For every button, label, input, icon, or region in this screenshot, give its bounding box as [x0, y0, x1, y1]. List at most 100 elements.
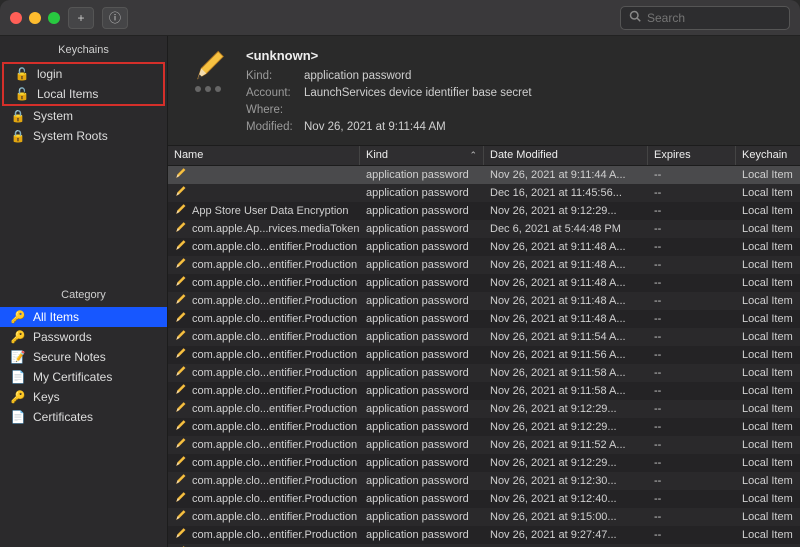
cell-kind: application password — [360, 439, 484, 451]
table-row[interactable]: com.apple.clo...entifier.Productionappli… — [168, 544, 800, 547]
table-row[interactable]: com.apple.clo...entifier.Productionappli… — [168, 508, 800, 526]
category-keys[interactable]: 🔑Keys — [0, 387, 167, 407]
cell-kind: application password — [360, 385, 484, 397]
cell-keychain: Local Item — [736, 457, 800, 469]
table-header: Name Kind⌃ Date Modified Expires Keychai… — [168, 146, 800, 166]
cell-keychain: Local Item — [736, 205, 800, 217]
table-row[interactable]: com.apple.clo...entifier.Productionappli… — [168, 328, 800, 346]
cell-kind: application password — [360, 169, 484, 181]
table-row[interactable]: com.apple.clo...entifier.Productionappli… — [168, 292, 800, 310]
col-date[interactable]: Date Modified — [484, 146, 648, 165]
table-row[interactable]: com.apple.clo...entifier.Productionappli… — [168, 346, 800, 364]
col-kind[interactable]: Kind⌃ — [360, 146, 484, 165]
add-button[interactable]: + — [68, 7, 94, 29]
table-row[interactable]: com.apple.clo...entifier.Productionappli… — [168, 256, 800, 274]
category-label: Keys — [33, 390, 60, 404]
cert-icon: 📄 — [10, 410, 26, 424]
cell-name: com.apple.clo...entifier.Production — [168, 365, 360, 380]
table-row[interactable]: com.apple.clo...entifier.Productionappli… — [168, 310, 800, 328]
table-row[interactable]: com.apple.Ap...rvices.mediaTokenapplicat… — [168, 220, 800, 238]
cell-date: Nov 26, 2021 at 9:11:48 A... — [484, 241, 648, 253]
cell-date: Nov 26, 2021 at 9:11:58 A... — [484, 385, 648, 397]
cell-kind: application password — [360, 349, 484, 361]
cell-date: Nov 26, 2021 at 9:12:29... — [484, 421, 648, 433]
cell-expires: -- — [648, 277, 736, 289]
zoom-window-button[interactable] — [48, 12, 60, 24]
category-label: All Items — [33, 310, 79, 324]
cell-date: Nov 26, 2021 at 9:15:00... — [484, 511, 648, 523]
items-table: Name Kind⌃ Date Modified Expires Keychai… — [168, 146, 800, 547]
cell-kind: application password — [360, 277, 484, 289]
cell-name: com.apple.clo...entifier.Production — [168, 509, 360, 524]
search-input[interactable] — [647, 11, 800, 25]
table-row[interactable]: application passwordNov 26, 2021 at 9:11… — [168, 166, 800, 184]
category-secure-notes[interactable]: 📝Secure Notes — [0, 347, 167, 367]
table-row[interactable]: com.apple.clo...entifier.Productionappli… — [168, 274, 800, 292]
password-item-icon — [191, 46, 225, 84]
search-field[interactable] — [620, 6, 790, 30]
cell-kind: application password — [360, 403, 484, 415]
cell-kind: application password — [360, 187, 484, 199]
cell-keychain: Local Item — [736, 349, 800, 361]
keychain-system[interactable]: 🔒 System — [0, 106, 167, 126]
table-row[interactable]: com.apple.clo...entifier.Productionappli… — [168, 436, 800, 454]
table-row[interactable]: com.apple.clo...entifier.Productionappli… — [168, 526, 800, 544]
col-expires[interactable]: Expires — [648, 146, 736, 165]
key-icon: 🔑 — [10, 330, 26, 344]
minimize-window-button[interactable] — [29, 12, 41, 24]
detail-where-label: Where: — [246, 102, 304, 119]
cell-kind: application password — [360, 457, 484, 469]
category-certificates[interactable]: 📄Certificates — [0, 407, 167, 427]
cell-expires: -- — [648, 259, 736, 271]
password-item-icon — [174, 437, 186, 452]
keychain-system-roots[interactable]: 🔒 System Roots — [0, 126, 167, 146]
password-item-icon — [174, 491, 186, 506]
category-label: My Certificates — [33, 370, 112, 384]
password-item-icon — [174, 527, 186, 542]
table-row[interactable]: com.apple.clo...entifier.Productionappli… — [168, 382, 800, 400]
cell-date: Nov 26, 2021 at 9:11:52 A... — [484, 439, 648, 451]
search-icon — [629, 10, 641, 25]
cell-keychain: Local Item — [736, 385, 800, 397]
category-passwords[interactable]: 🔑Passwords — [0, 327, 167, 347]
keychain-label: System — [33, 109, 73, 123]
cell-expires: -- — [648, 295, 736, 307]
info-button[interactable]: ⓘ — [102, 7, 128, 29]
cell-kind: application password — [360, 475, 484, 487]
table-row[interactable]: com.apple.clo...entifier.Productionappli… — [168, 418, 800, 436]
col-name[interactable]: Name — [168, 146, 360, 165]
table-row[interactable]: com.apple.clo...entifier.Productionappli… — [168, 400, 800, 418]
table-row[interactable]: App Store User Data Encryptionapplicatio… — [168, 202, 800, 220]
keychain-local-items[interactable]: 🔓 Local Items — [4, 84, 163, 104]
password-item-icon — [174, 167, 186, 182]
cell-keychain: Local Item — [736, 259, 800, 271]
cell-kind: application password — [360, 295, 484, 307]
cell-date: Nov 26, 2021 at 9:11:48 A... — [484, 277, 648, 289]
table-row[interactable]: com.apple.clo...entifier.Productionappli… — [168, 238, 800, 256]
table-row[interactable]: com.apple.clo...entifier.Productionappli… — [168, 364, 800, 382]
col-keychain[interactable]: Keychain — [736, 146, 800, 165]
cell-keychain: Local Item — [736, 421, 800, 433]
password-item-icon — [174, 455, 186, 470]
password-item-icon — [174, 311, 186, 326]
table-row[interactable]: application passwordDec 16, 2021 at 11:4… — [168, 184, 800, 202]
keychain-login[interactable]: 🔓 login — [4, 64, 163, 84]
cell-expires: -- — [648, 331, 736, 343]
password-item-icon — [174, 401, 186, 416]
main-panel: <unknown> Kind:application password Acco… — [168, 36, 800, 547]
col-name-label: Name — [174, 149, 203, 161]
cell-date: Dec 16, 2021 at 11:45:56... — [484, 187, 648, 199]
table-row[interactable]: com.apple.clo...entifier.Productionappli… — [168, 490, 800, 508]
cell-name: com.apple.clo...entifier.Production — [168, 419, 360, 434]
category-my-certificates[interactable]: 📄My Certificates — [0, 367, 167, 387]
table-row[interactable]: com.apple.clo...entifier.Productionappli… — [168, 454, 800, 472]
col-expires-label: Expires — [654, 149, 691, 161]
category-all-items[interactable]: 🔑All Items — [0, 307, 167, 327]
cell-name: com.apple.clo...entifier.Production — [168, 329, 360, 344]
password-item-icon — [174, 365, 186, 380]
close-window-button[interactable] — [10, 12, 22, 24]
password-item-icon — [174, 383, 186, 398]
cell-name: com.apple.clo...entifier.Production — [168, 293, 360, 308]
cell-name: com.apple.clo...entifier.Production — [168, 473, 360, 488]
table-row[interactable]: com.apple.clo...entifier.Productionappli… — [168, 472, 800, 490]
